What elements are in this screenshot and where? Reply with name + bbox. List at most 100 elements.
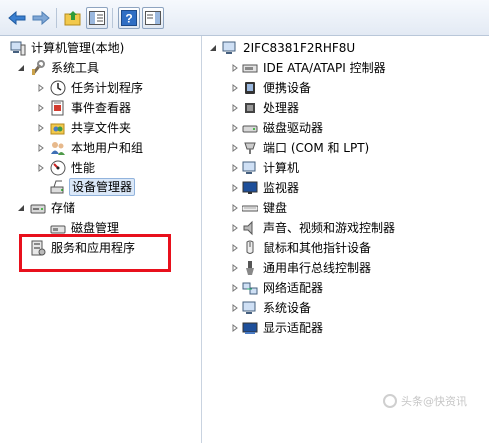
tree-item-label: 存储 xyxy=(51,201,76,215)
device-tree-root[interactable]: 2IFC8381F2RHF8U xyxy=(208,39,357,57)
tree-item-system-tools[interactable]: 系统工具 xyxy=(16,59,101,77)
device-category-label: 便携设备 xyxy=(263,81,312,95)
device-tree-root-label: 2IFC8381F2RHF8U xyxy=(243,41,356,55)
device-category-computer[interactable]: 计算机 xyxy=(230,159,301,177)
collapsed-arrow-icon[interactable] xyxy=(230,183,240,193)
device-category-keyboards[interactable]: 键盘 xyxy=(230,199,289,217)
collapsed-arrow-icon[interactable] xyxy=(36,143,46,153)
tree-item-label: 系统工具 xyxy=(51,61,100,75)
network-adapter-icon xyxy=(242,280,258,296)
expanded-arrow-icon[interactable] xyxy=(16,63,26,73)
console-tree-icon xyxy=(89,11,105,25)
event-viewer-icon xyxy=(50,100,66,116)
display-adapter-icon xyxy=(242,320,258,336)
tree-item-performance[interactable]: 性能 xyxy=(36,159,97,177)
console-tree-pane: 计算机管理(本地) 系统工具 任务计划程序 事件查看器 共享文件夹 本地用户和组… xyxy=(0,36,202,443)
ide-controller-icon xyxy=(242,60,258,76)
back-button[interactable] xyxy=(6,7,28,29)
collapsed-arrow-icon[interactable] xyxy=(230,283,240,293)
device-category-label: 键盘 xyxy=(263,201,288,215)
device-category-label: 网络适配器 xyxy=(263,281,324,295)
shared-folder-icon xyxy=(50,120,66,136)
tree-item-task-scheduler[interactable]: 任务计划程序 xyxy=(36,79,145,97)
device-category-display-adapters[interactable]: 显示适配器 xyxy=(230,319,325,337)
device-category-portable-devices[interactable]: 便携设备 xyxy=(230,79,313,97)
tree-item-shared-folders[interactable]: 共享文件夹 xyxy=(36,119,133,137)
tree-item-storage[interactable]: 存储 xyxy=(16,199,77,217)
device-category-sound-video-game[interactable]: 声音、视频和游戏控制器 xyxy=(230,219,397,237)
device-category-monitors[interactable]: 监视器 xyxy=(230,179,301,197)
device-category-mice-pointing[interactable]: 鼠标和其他指针设备 xyxy=(230,239,373,257)
device-category-label: 显示适配器 xyxy=(263,321,324,335)
toolbar: ? xyxy=(0,0,489,36)
collapsed-arrow-icon[interactable] xyxy=(230,263,240,273)
services-applications-icon xyxy=(30,240,46,256)
collapsed-arrow-icon[interactable] xyxy=(230,243,240,253)
computer-management-icon xyxy=(10,40,26,56)
tree-item-label: 性能 xyxy=(71,161,96,175)
expanded-arrow-icon[interactable] xyxy=(208,43,218,53)
help-icon: ? xyxy=(121,10,137,26)
collapsed-arrow-icon[interactable] xyxy=(230,303,240,313)
device-category-processors[interactable]: 处理器 xyxy=(230,99,301,117)
device-category-label: 监视器 xyxy=(263,181,300,195)
show-hide-console-tree-button[interactable] xyxy=(86,7,108,29)
tree-item-device-manager[interactable]: 设备管理器 xyxy=(50,178,136,196)
tree-item-label: 共享文件夹 xyxy=(71,121,132,135)
show-hide-action-pane-button[interactable] xyxy=(142,7,164,29)
tree-item-event-viewer[interactable]: 事件查看器 xyxy=(36,99,133,117)
device-category-system-devices[interactable]: 系统设备 xyxy=(230,299,313,317)
tree-item-label: 设备管理器 xyxy=(69,178,136,196)
computer-icon xyxy=(222,40,238,56)
forward-button[interactable] xyxy=(30,7,52,29)
collapsed-arrow-icon[interactable] xyxy=(36,83,46,93)
help-button[interactable]: ? xyxy=(118,7,140,29)
device-category-ide-ata-atapi[interactable]: IDE ATA/ATAPI 控制器 xyxy=(230,59,388,77)
device-category-network-adapters[interactable]: 网络适配器 xyxy=(230,279,325,297)
disk-drive-icon xyxy=(242,120,258,136)
tree-item-label: 磁盘管理 xyxy=(71,221,120,235)
device-category-usb-controllers[interactable]: 通用串行总线控制器 xyxy=(230,259,373,277)
collapsed-arrow-icon[interactable] xyxy=(230,123,240,133)
tree-item-label: 任务计划程序 xyxy=(71,81,144,95)
tree-item-local-users-groups[interactable]: 本地用户和组 xyxy=(36,139,145,157)
collapsed-arrow-icon[interactable] xyxy=(36,103,46,113)
collapsed-arrow-icon[interactable] xyxy=(230,223,240,233)
tree-item-label: 本地用户和组 xyxy=(71,141,144,155)
collapsed-arrow-icon[interactable] xyxy=(230,143,240,153)
device-category-label: 鼠标和其他指针设备 xyxy=(263,241,372,255)
device-category-disk-drives[interactable]: 磁盘驱动器 xyxy=(230,119,325,137)
collapsed-arrow-icon[interactable] xyxy=(230,83,240,93)
portable-device-icon xyxy=(242,80,258,96)
usb-icon xyxy=(242,260,258,276)
tree-item-computer-management[interactable]: 计算机管理(本地) xyxy=(10,39,126,57)
collapsed-arrow-icon[interactable] xyxy=(230,63,240,73)
system-tools-icon xyxy=(30,60,46,76)
expanded-arrow-icon[interactable] xyxy=(16,203,26,213)
device-category-label: 通用串行总线控制器 xyxy=(263,261,372,275)
system-device-icon xyxy=(242,300,258,316)
folder-up-icon xyxy=(64,11,81,26)
collapsed-arrow-icon[interactable] xyxy=(36,123,46,133)
disk-management-icon xyxy=(50,220,66,236)
action-pane-icon xyxy=(145,11,161,25)
device-category-ports[interactable]: 端口 (COM 和 LPT) xyxy=(230,139,371,157)
storage-icon xyxy=(30,200,46,216)
collapsed-arrow-icon[interactable] xyxy=(36,163,46,173)
device-category-label: 处理器 xyxy=(263,101,300,115)
sound-icon xyxy=(242,220,258,236)
tree-item-disk-management[interactable]: 磁盘管理 xyxy=(50,219,121,237)
device-category-label: 系统设备 xyxy=(263,301,312,315)
collapsed-arrow-icon[interactable] xyxy=(230,163,240,173)
watermark-logo-icon xyxy=(383,394,397,408)
up-one-level-button[interactable] xyxy=(62,7,84,29)
device-manager-icon xyxy=(50,179,66,195)
collapsed-arrow-icon[interactable] xyxy=(230,203,240,213)
tree-item-services-applications[interactable]: 服务和应用程序 xyxy=(30,239,137,257)
collapsed-arrow-icon[interactable] xyxy=(230,103,240,113)
collapsed-arrow-icon[interactable] xyxy=(230,323,240,333)
tree-item-label: 计算机管理(本地) xyxy=(31,41,125,55)
device-category-label: 磁盘驱动器 xyxy=(263,121,324,135)
computer-icon xyxy=(242,160,258,176)
performance-icon xyxy=(50,160,66,176)
